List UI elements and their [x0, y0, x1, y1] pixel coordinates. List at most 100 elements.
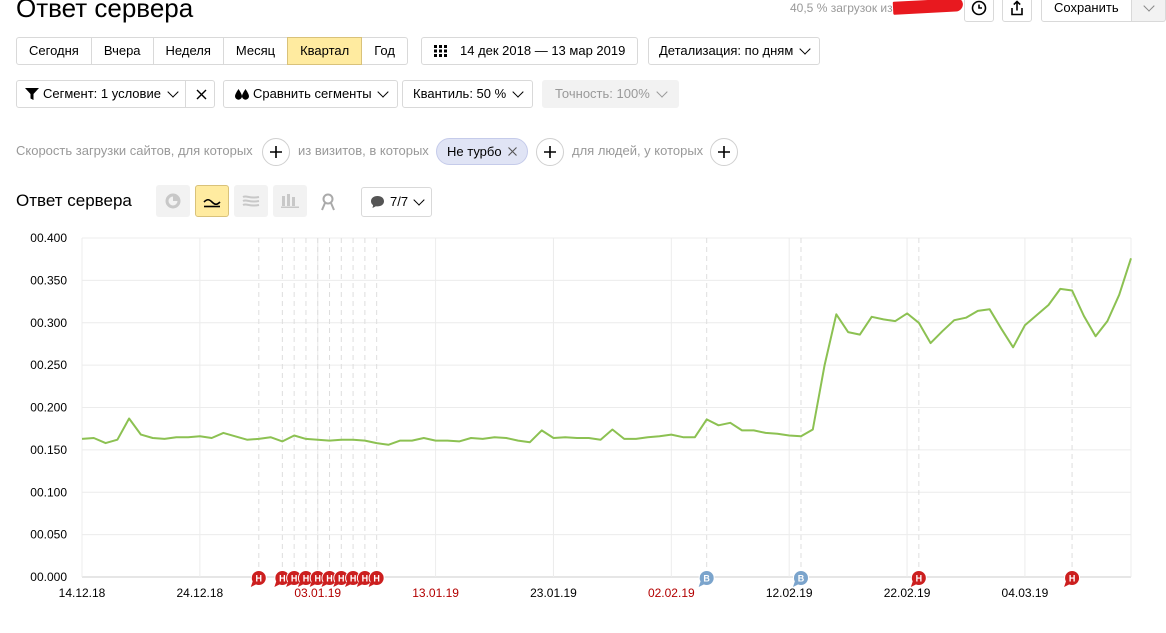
- add-visit-condition-button[interactable]: [536, 138, 564, 166]
- data-point: [610, 428, 614, 432]
- data-point: [858, 333, 862, 337]
- data-point: [386, 443, 390, 447]
- bar-view-button[interactable]: [273, 185, 307, 217]
- data-point: [198, 434, 202, 438]
- data-point: [893, 319, 897, 323]
- area-view-button[interactable]: [234, 185, 268, 217]
- compare-segments-label: Сравнить сегменты: [253, 86, 372, 101]
- period-selector: Сегодня Вчера Неделя Месяц Квартал Год: [16, 37, 408, 65]
- data-point: [587, 436, 591, 440]
- add-people-condition-button[interactable]: [710, 138, 738, 166]
- data-point: [504, 436, 508, 440]
- period-month-button[interactable]: Месяц: [222, 37, 289, 65]
- y-tick-label: 00.350: [30, 273, 67, 287]
- clock-icon: [971, 0, 987, 16]
- period-quarter-button[interactable]: Квартал: [287, 37, 363, 65]
- segment-filter: Сегмент: 1 условие: [16, 80, 215, 108]
- event-marker-label: Н: [373, 574, 380, 584]
- data-point: [127, 417, 131, 421]
- visit-condition-tag[interactable]: Не турбо: [436, 138, 528, 165]
- loads-info-text: 40,5 % загрузок из: [790, 1, 893, 15]
- y-tick-label: 00.000: [30, 570, 67, 584]
- data-point: [422, 436, 426, 440]
- accuracy-label: Точность: 100%: [555, 86, 650, 101]
- data-point: [339, 438, 343, 442]
- event-marker-label: В: [703, 574, 710, 584]
- comment-icon: [371, 196, 384, 208]
- data-point: [398, 439, 402, 443]
- data-point: [151, 436, 155, 440]
- annotations-dropdown[interactable]: 7/7: [361, 187, 433, 217]
- data-point: [634, 437, 638, 441]
- data-point: [221, 431, 225, 435]
- detail-dropdown[interactable]: Детализация: по дням: [648, 37, 821, 65]
- period-yesterday-button[interactable]: Вчера: [90, 37, 154, 65]
- data-point: [811, 428, 815, 432]
- funnel-icon: [25, 88, 39, 100]
- pie-view-button[interactable]: [156, 185, 190, 217]
- data-point: [233, 434, 237, 438]
- data-point: [245, 438, 249, 442]
- date-range-button[interactable]: 14 дек 2018 — 13 мар 2019: [421, 37, 639, 65]
- close-icon[interactable]: [507, 147, 517, 156]
- x-tick-label: 04.03.19: [1002, 586, 1049, 600]
- save-button[interactable]: Сохранить: [1041, 0, 1132, 22]
- segment-label[interactable]: Сегмент: 1 условие: [43, 81, 161, 107]
- data-point: [775, 432, 779, 436]
- data-point: [599, 438, 603, 442]
- data-point: [257, 437, 261, 441]
- x-tick-label: 02.02.19: [648, 586, 695, 600]
- data-point: [575, 436, 579, 440]
- data-point: [351, 438, 355, 442]
- chevron-down-icon: [376, 86, 389, 98]
- export-button[interactable]: [1002, 0, 1032, 22]
- data-point: [481, 437, 485, 441]
- data-point: [92, 436, 96, 440]
- data-point: [304, 437, 308, 441]
- quantile-dropdown[interactable]: Квантиль: 50 %: [402, 80, 534, 108]
- event-marker-label: Н: [314, 574, 321, 584]
- data-point: [964, 316, 968, 320]
- chart-title: Ответ сервера: [16, 191, 132, 210]
- close-icon: [196, 89, 206, 99]
- chevron-down-icon: [512, 86, 524, 98]
- save-options-button[interactable]: [1131, 0, 1166, 22]
- period-week-button[interactable]: Неделя: [152, 37, 224, 65]
- data-point: [940, 329, 944, 333]
- accuracy-dropdown[interactable]: Точность: 100%: [542, 80, 679, 108]
- data-point: [1035, 313, 1039, 317]
- data-point: [186, 435, 190, 439]
- data-point: [764, 431, 768, 435]
- event-marker-label: Н: [338, 574, 345, 584]
- add-site-condition-button[interactable]: [262, 138, 290, 166]
- history-button[interactable]: [964, 0, 994, 22]
- segment-clear-button[interactable]: [185, 81, 216, 107]
- data-point: [658, 434, 662, 438]
- x-tick-label: 14.12.18: [59, 586, 106, 600]
- plus-icon: [270, 146, 282, 158]
- data-point: [929, 341, 933, 345]
- period-today-button[interactable]: Сегодня: [16, 37, 92, 65]
- chevron-down-icon: [1143, 0, 1155, 12]
- data-point: [551, 436, 555, 440]
- chevron-down-icon[interactable]: [167, 86, 179, 98]
- data-point: [740, 428, 744, 432]
- data-point: [292, 433, 296, 437]
- data-point: [846, 330, 850, 334]
- segment-people-text: для людей, у которых: [572, 143, 704, 158]
- pie-chart-icon: [165, 193, 181, 209]
- holiday-event-marker: Н: [368, 570, 385, 587]
- y-tick-label: 00.150: [30, 443, 67, 457]
- data-point: [174, 435, 178, 439]
- map-view-button[interactable]: [316, 191, 340, 213]
- line-view-button[interactable]: [195, 185, 229, 217]
- period-year-button[interactable]: Год: [361, 37, 408, 65]
- plus-icon: [544, 146, 556, 158]
- event-marker-label: В: [798, 574, 805, 584]
- data-point: [1011, 345, 1015, 349]
- data-point: [363, 439, 367, 443]
- event-marker-label: Н: [350, 574, 357, 584]
- compare-segments-button[interactable]: Сравнить сегменты: [223, 80, 398, 108]
- data-point: [1094, 334, 1098, 338]
- y-tick-label: 00.100: [30, 485, 67, 499]
